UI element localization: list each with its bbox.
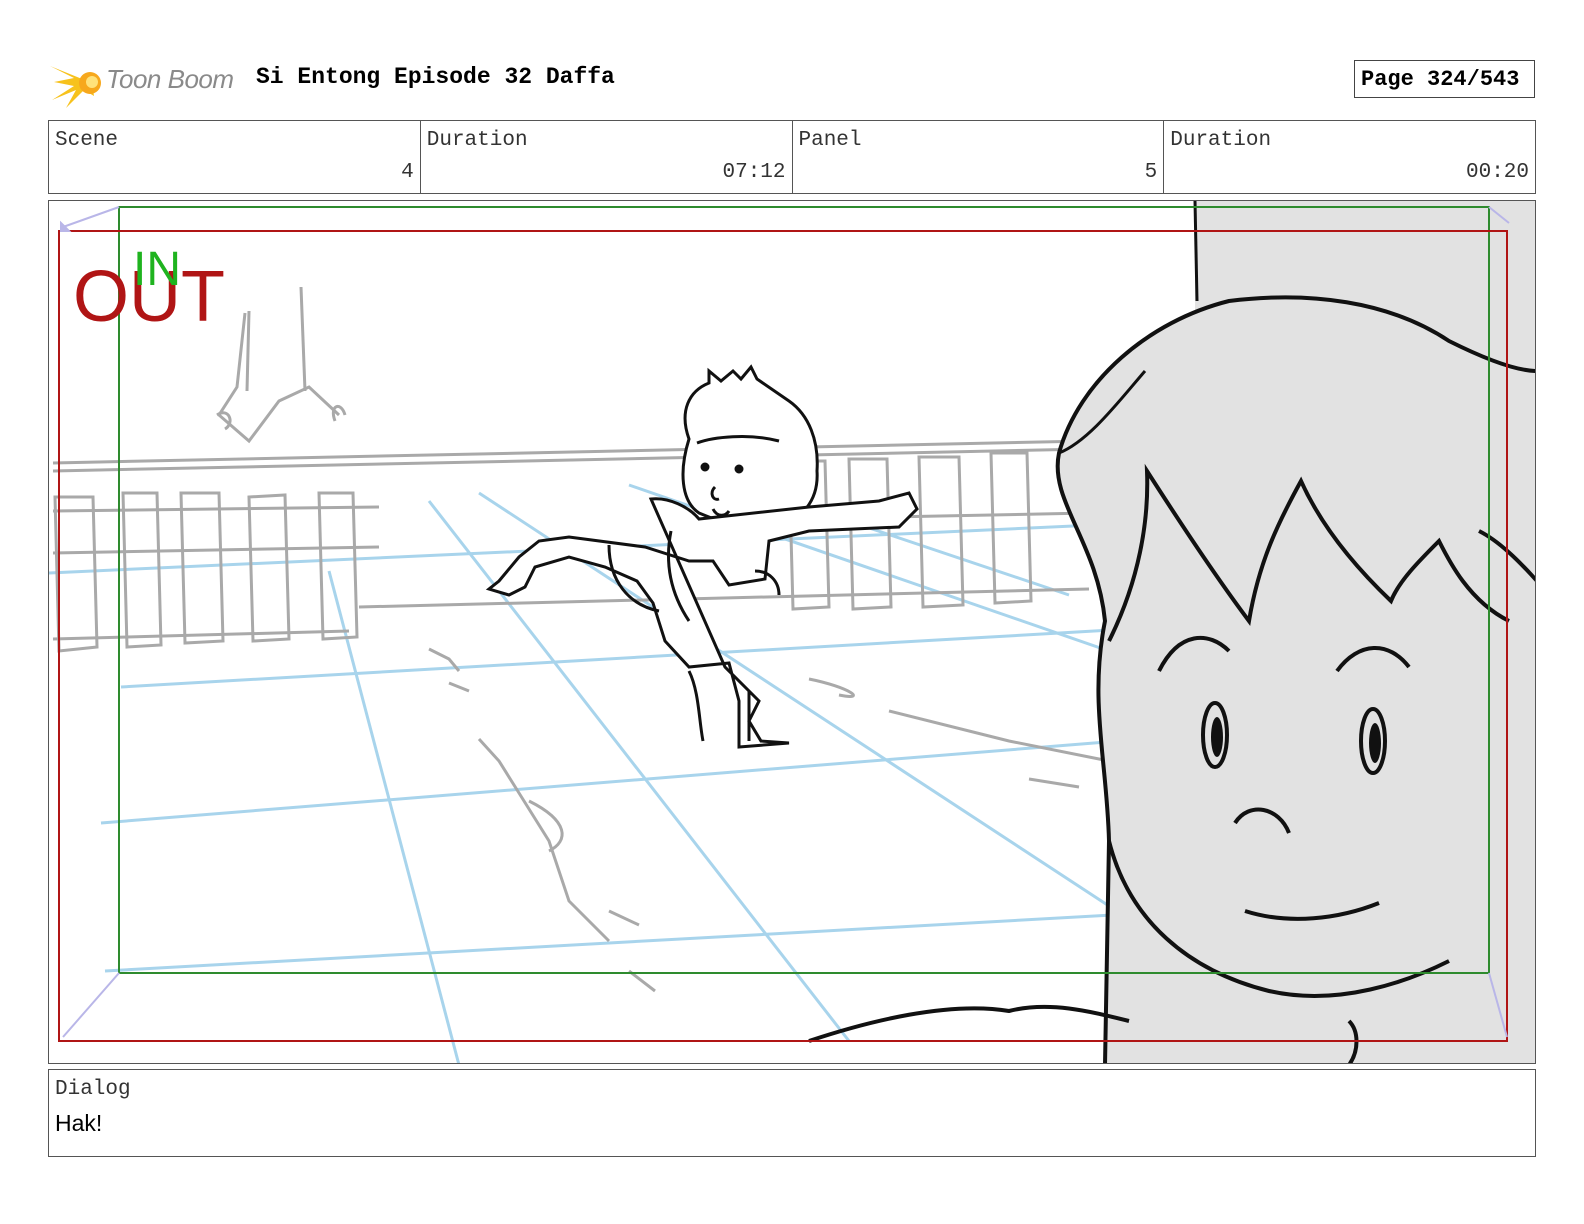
dialog-box: Dialog Hak! xyxy=(48,1069,1536,1157)
dialog-text: Hak! xyxy=(55,1110,103,1136)
scene-duration-label: Duration xyxy=(426,129,528,152)
project-title: Si Entong Episode 32 Daffa xyxy=(256,64,615,90)
page-indicator: Page 324/543 xyxy=(1354,60,1535,98)
panel-drawing: OUT IN xyxy=(49,201,1535,1063)
in-marker: IN xyxy=(133,243,181,296)
scene-value: 4 xyxy=(401,161,414,184)
logo-text: Toon Boom xyxy=(106,64,234,94)
panel-cell: Panel 5 xyxy=(793,121,1165,193)
dialog-label: Dialog xyxy=(55,1078,131,1101)
panel-label: Panel xyxy=(798,129,862,152)
panel-duration-label: Duration xyxy=(1170,129,1272,152)
scene-duration-cell: Duration 07:12 xyxy=(421,121,793,193)
scene-label: Scene xyxy=(55,129,119,152)
scene-duration-value: 07:12 xyxy=(722,161,786,184)
scene-info-table: Scene 4 Duration 07:12 Panel 5 Duration … xyxy=(48,120,1536,194)
toon-boom-logo: Toon Boom xyxy=(50,56,240,108)
sunburst-icon xyxy=(50,66,101,108)
foreground-character xyxy=(808,201,1535,1063)
storyboard-panel: OUT IN xyxy=(48,200,1536,1064)
panel-value: 5 xyxy=(1144,161,1158,184)
page-indicator-text: Page 324/543 xyxy=(1361,67,1520,92)
panel-duration-value: 00:20 xyxy=(1465,161,1529,184)
panel-duration-cell: Duration 00:20 xyxy=(1164,121,1535,193)
scene-cell: Scene 4 xyxy=(49,121,421,193)
